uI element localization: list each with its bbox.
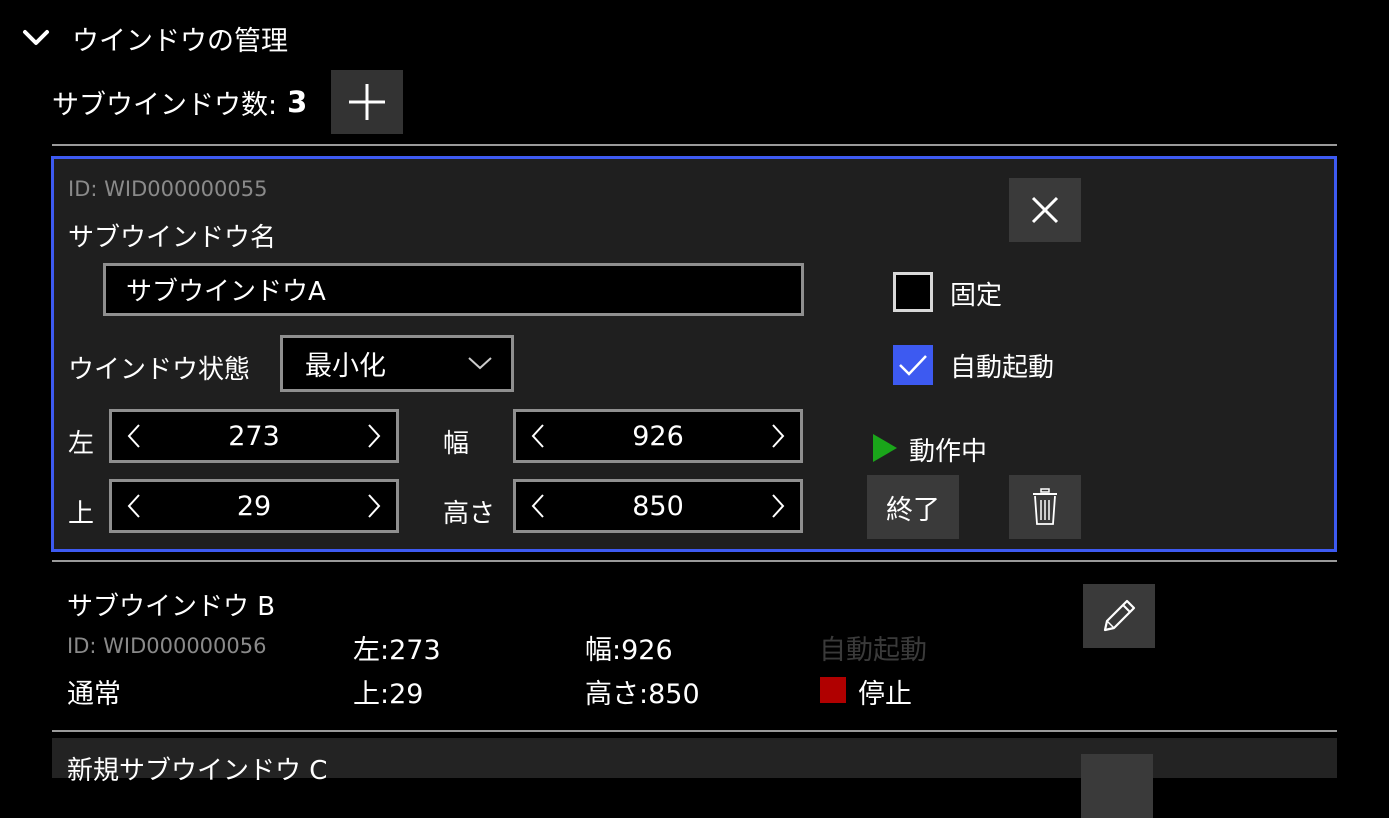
height-stepper: 850 [513,479,803,533]
subwindow-b-autostart: 自動起動 [819,635,927,666]
subwindow-b-left: 左:273 [353,635,441,666]
subwindow-b-id: ID: WID000000056 [67,634,267,658]
decrement-button[interactable] [516,482,560,530]
increment-button[interactable] [756,412,800,460]
subwindow-count: サブウインドウ数: 3 [52,70,307,134]
subwindow-b-name: サブウインドウ B [67,592,276,622]
decrement-button[interactable] [516,412,560,460]
add-subwindow-button[interactable] [331,70,403,134]
subwindow-b-status: 停止 [858,679,912,710]
window-state-value: 最小化 [305,351,386,382]
autostart-checkbox[interactable] [893,345,933,385]
checkmark-icon [899,355,927,376]
increment-button[interactable] [352,482,396,530]
subwindow-b-state: 通常 [67,679,121,710]
subwindow-row-c[interactable]: 新規サブウインドウ C [52,738,1337,818]
decrement-button[interactable] [112,482,156,530]
subwindow-count-label: サブウインドウ数: [52,89,278,121]
divider [52,144,1337,146]
end-button[interactable]: 終了 [867,475,959,539]
increment-button[interactable] [352,412,396,460]
stop-icon [820,677,846,703]
subwindow-count-value: 3 [287,85,308,119]
subwindow-name-input[interactable]: サブウインドウA [103,263,804,316]
fixed-label: 固定 [950,281,1003,311]
chevron-left-icon [127,424,140,448]
chevron-down-icon [23,30,49,45]
close-icon [1031,196,1059,224]
subwindow-b-height: 高さ:850 [585,679,700,710]
top-value[interactable]: 29 [156,491,352,522]
width-value[interactable]: 926 [560,421,756,452]
window-state-label: ウインドウ状態 [68,355,251,385]
trash-icon [1033,488,1057,525]
left-stepper: 273 [109,409,399,463]
height-label: 高さ [443,499,496,529]
close-button[interactable] [1009,178,1081,242]
top-label: 上 [68,499,95,529]
subwindow-name-label: サブウインドウ名 [68,223,277,253]
delete-button[interactable] [1009,475,1081,539]
chevron-left-icon [127,494,140,518]
subwindow-card-a: ID: WID000000055 サブウインドウ名 サブウインドウA 固定 ウイ… [51,156,1337,552]
subwindow-c-name: 新規サブウインドウ C [67,756,328,786]
edit-button[interactable] [1081,754,1153,818]
left-value[interactable]: 273 [156,421,352,452]
play-icon [873,434,897,462]
chevron-right-icon [772,424,785,448]
subwindow-row-b: サブウインドウ B ID: WID000000056 通常 左:273 上:29… [52,562,1337,730]
subwindow-b-top: 上:29 [353,679,424,710]
width-stepper: 926 [513,409,803,463]
chevron-left-icon [531,494,544,518]
chevron-right-icon [368,424,381,448]
chevron-left-icon [531,424,544,448]
decrement-button[interactable] [112,412,156,460]
status-running: 動作中 [909,437,988,467]
width-label: 幅 [443,429,470,459]
top-stepper: 29 [109,479,399,533]
increment-button[interactable] [756,482,800,530]
fixed-checkbox[interactable] [893,272,933,312]
edit-button[interactable] [1083,584,1155,648]
chevron-right-icon [368,494,381,518]
section-header-window-management[interactable]: ウインドウの管理 [22,18,288,58]
window-state-select[interactable]: 最小化 [280,335,514,392]
section-title: ウインドウの管理 [72,25,288,57]
chevron-down-icon [468,357,492,370]
autostart-label: 自動起動 [950,353,1055,383]
plus-icon [349,84,385,120]
subwindow-id: ID: WID000000055 [68,177,268,201]
height-value[interactable]: 850 [560,491,756,522]
divider [52,730,1337,732]
pencil-icon [1103,599,1136,632]
left-label: 左 [68,429,95,459]
subwindow-b-width: 幅:926 [585,635,673,666]
chevron-right-icon [772,494,785,518]
